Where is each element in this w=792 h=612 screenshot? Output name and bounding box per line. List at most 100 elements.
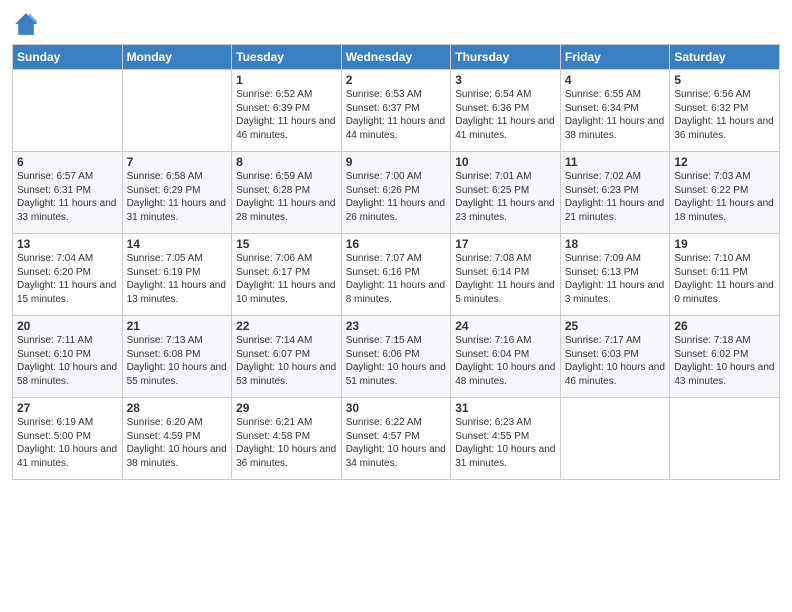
calendar-cell: 19Sunrise: 7:10 AM Sunset: 6:11 PM Dayli… <box>670 234 780 316</box>
calendar-container: SundayMondayTuesdayWednesdayThursdayFrid… <box>0 0 792 488</box>
day-info: Sunrise: 7:11 AM Sunset: 6:10 PM Dayligh… <box>17 334 118 388</box>
day-info: Sunrise: 6:52 AM Sunset: 6:39 PM Dayligh… <box>236 88 337 142</box>
logo-icon <box>12 10 40 38</box>
day-info: Sunrise: 7:03 AM Sunset: 6:22 PM Dayligh… <box>674 170 775 224</box>
day-info: Sunrise: 6:21 AM Sunset: 4:58 PM Dayligh… <box>236 416 337 470</box>
calendar-cell: 13Sunrise: 7:04 AM Sunset: 6:20 PM Dayli… <box>13 234 123 316</box>
day-number: 7 <box>127 155 228 169</box>
day-number: 14 <box>127 237 228 251</box>
weekday-header: Sunday <box>13 45 123 70</box>
calendar-cell <box>560 398 670 480</box>
logo <box>12 10 44 38</box>
day-number: 15 <box>236 237 337 251</box>
day-number: 30 <box>346 401 447 415</box>
calendar-cell: 8Sunrise: 6:59 AM Sunset: 6:28 PM Daylig… <box>232 152 342 234</box>
day-info: Sunrise: 7:14 AM Sunset: 6:07 PM Dayligh… <box>236 334 337 388</box>
day-number: 28 <box>127 401 228 415</box>
day-number: 16 <box>346 237 447 251</box>
calendar-cell: 17Sunrise: 7:08 AM Sunset: 6:14 PM Dayli… <box>451 234 561 316</box>
day-number: 17 <box>455 237 556 251</box>
day-info: Sunrise: 7:15 AM Sunset: 6:06 PM Dayligh… <box>346 334 447 388</box>
calendar-week-row: 27Sunrise: 6:19 AM Sunset: 5:00 PM Dayli… <box>13 398 780 480</box>
day-number: 1 <box>236 73 337 87</box>
day-info: Sunrise: 6:56 AM Sunset: 6:32 PM Dayligh… <box>674 88 775 142</box>
day-info: Sunrise: 7:04 AM Sunset: 6:20 PM Dayligh… <box>17 252 118 306</box>
day-info: Sunrise: 6:57 AM Sunset: 6:31 PM Dayligh… <box>17 170 118 224</box>
day-number: 21 <box>127 319 228 333</box>
calendar-cell: 24Sunrise: 7:16 AM Sunset: 6:04 PM Dayli… <box>451 316 561 398</box>
calendar-cell: 10Sunrise: 7:01 AM Sunset: 6:25 PM Dayli… <box>451 152 561 234</box>
calendar-cell: 6Sunrise: 6:57 AM Sunset: 6:31 PM Daylig… <box>13 152 123 234</box>
calendar-week-row: 6Sunrise: 6:57 AM Sunset: 6:31 PM Daylig… <box>13 152 780 234</box>
calendar-cell: 9Sunrise: 7:00 AM Sunset: 6:26 PM Daylig… <box>341 152 451 234</box>
day-number: 4 <box>565 73 666 87</box>
day-number: 8 <box>236 155 337 169</box>
day-info: Sunrise: 7:13 AM Sunset: 6:08 PM Dayligh… <box>127 334 228 388</box>
day-number: 10 <box>455 155 556 169</box>
calendar-cell: 18Sunrise: 7:09 AM Sunset: 6:13 PM Dayli… <box>560 234 670 316</box>
weekday-header: Thursday <box>451 45 561 70</box>
day-info: Sunrise: 6:23 AM Sunset: 4:55 PM Dayligh… <box>455 416 556 470</box>
day-info: Sunrise: 7:16 AM Sunset: 6:04 PM Dayligh… <box>455 334 556 388</box>
day-number: 9 <box>346 155 447 169</box>
header <box>12 10 780 38</box>
calendar-cell: 28Sunrise: 6:20 AM Sunset: 4:59 PM Dayli… <box>122 398 232 480</box>
calendar-week-row: 20Sunrise: 7:11 AM Sunset: 6:10 PM Dayli… <box>13 316 780 398</box>
day-info: Sunrise: 7:17 AM Sunset: 6:03 PM Dayligh… <box>565 334 666 388</box>
calendar-cell: 3Sunrise: 6:54 AM Sunset: 6:36 PM Daylig… <box>451 70 561 152</box>
day-info: Sunrise: 6:59 AM Sunset: 6:28 PM Dayligh… <box>236 170 337 224</box>
day-info: Sunrise: 6:58 AM Sunset: 6:29 PM Dayligh… <box>127 170 228 224</box>
weekday-header: Monday <box>122 45 232 70</box>
day-info: Sunrise: 6:20 AM Sunset: 4:59 PM Dayligh… <box>127 416 228 470</box>
calendar-cell: 15Sunrise: 7:06 AM Sunset: 6:17 PM Dayli… <box>232 234 342 316</box>
day-number: 24 <box>455 319 556 333</box>
calendar-header-row: SundayMondayTuesdayWednesdayThursdayFrid… <box>13 45 780 70</box>
day-number: 12 <box>674 155 775 169</box>
calendar-cell: 11Sunrise: 7:02 AM Sunset: 6:23 PM Dayli… <box>560 152 670 234</box>
day-number: 19 <box>674 237 775 251</box>
day-number: 11 <box>565 155 666 169</box>
day-info: Sunrise: 7:06 AM Sunset: 6:17 PM Dayligh… <box>236 252 337 306</box>
calendar-cell: 7Sunrise: 6:58 AM Sunset: 6:29 PM Daylig… <box>122 152 232 234</box>
calendar-week-row: 1Sunrise: 6:52 AM Sunset: 6:39 PM Daylig… <box>13 70 780 152</box>
day-info: Sunrise: 7:01 AM Sunset: 6:25 PM Dayligh… <box>455 170 556 224</box>
calendar-cell: 23Sunrise: 7:15 AM Sunset: 6:06 PM Dayli… <box>341 316 451 398</box>
day-info: Sunrise: 6:22 AM Sunset: 4:57 PM Dayligh… <box>346 416 447 470</box>
day-number: 18 <box>565 237 666 251</box>
calendar-cell: 29Sunrise: 6:21 AM Sunset: 4:58 PM Dayli… <box>232 398 342 480</box>
calendar-cell: 12Sunrise: 7:03 AM Sunset: 6:22 PM Dayli… <box>670 152 780 234</box>
day-info: Sunrise: 7:02 AM Sunset: 6:23 PM Dayligh… <box>565 170 666 224</box>
day-number: 25 <box>565 319 666 333</box>
day-number: 27 <box>17 401 118 415</box>
calendar-cell: 20Sunrise: 7:11 AM Sunset: 6:10 PM Dayli… <box>13 316 123 398</box>
calendar-cell: 5Sunrise: 6:56 AM Sunset: 6:32 PM Daylig… <box>670 70 780 152</box>
day-info: Sunrise: 6:53 AM Sunset: 6:37 PM Dayligh… <box>346 88 447 142</box>
weekday-header: Saturday <box>670 45 780 70</box>
calendar-cell <box>122 70 232 152</box>
day-number: 5 <box>674 73 775 87</box>
calendar-cell <box>13 70 123 152</box>
calendar-cell: 26Sunrise: 7:18 AM Sunset: 6:02 PM Dayli… <box>670 316 780 398</box>
day-info: Sunrise: 7:05 AM Sunset: 6:19 PM Dayligh… <box>127 252 228 306</box>
day-info: Sunrise: 6:55 AM Sunset: 6:34 PM Dayligh… <box>565 88 666 142</box>
weekday-header: Wednesday <box>341 45 451 70</box>
weekday-header: Friday <box>560 45 670 70</box>
day-info: Sunrise: 7:10 AM Sunset: 6:11 PM Dayligh… <box>674 252 775 306</box>
day-number: 13 <box>17 237 118 251</box>
calendar-table: SundayMondayTuesdayWednesdayThursdayFrid… <box>12 44 780 480</box>
calendar-cell: 21Sunrise: 7:13 AM Sunset: 6:08 PM Dayli… <box>122 316 232 398</box>
day-info: Sunrise: 6:19 AM Sunset: 5:00 PM Dayligh… <box>17 416 118 470</box>
day-number: 6 <box>17 155 118 169</box>
calendar-cell <box>670 398 780 480</box>
day-number: 2 <box>346 73 447 87</box>
calendar-cell: 30Sunrise: 6:22 AM Sunset: 4:57 PM Dayli… <box>341 398 451 480</box>
weekday-header: Tuesday <box>232 45 342 70</box>
day-number: 29 <box>236 401 337 415</box>
day-number: 26 <box>674 319 775 333</box>
calendar-cell: 14Sunrise: 7:05 AM Sunset: 6:19 PM Dayli… <box>122 234 232 316</box>
calendar-week-row: 13Sunrise: 7:04 AM Sunset: 6:20 PM Dayli… <box>13 234 780 316</box>
day-info: Sunrise: 7:08 AM Sunset: 6:14 PM Dayligh… <box>455 252 556 306</box>
day-number: 3 <box>455 73 556 87</box>
calendar-cell: 31Sunrise: 6:23 AM Sunset: 4:55 PM Dayli… <box>451 398 561 480</box>
calendar-cell: 4Sunrise: 6:55 AM Sunset: 6:34 PM Daylig… <box>560 70 670 152</box>
